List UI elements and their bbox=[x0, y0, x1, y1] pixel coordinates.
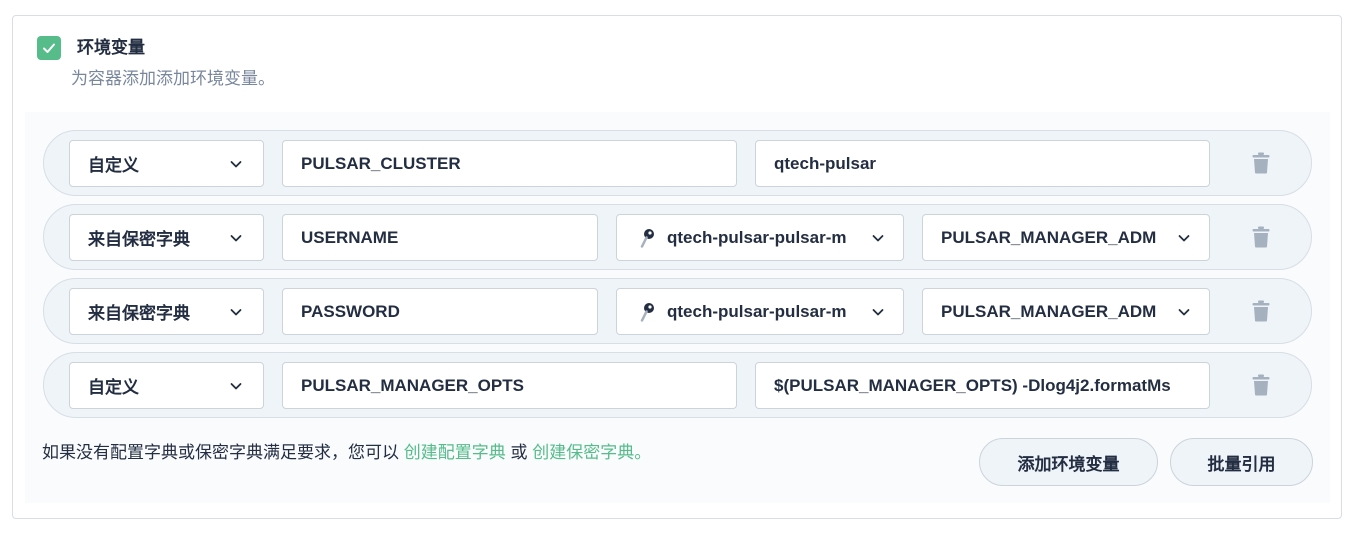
secret-value: qtech-pulsar-pulsar-m bbox=[667, 301, 847, 321]
env-type-select[interactable]: 自定义 bbox=[69, 362, 264, 409]
key-icon bbox=[639, 301, 657, 323]
create-configmap-link[interactable]: 创建配置字典 bbox=[404, 443, 506, 462]
delete-row-button[interactable] bbox=[1251, 299, 1271, 323]
env-row: 自定义 PULSAR_CLUSTER qtech-pulsar bbox=[43, 130, 1312, 196]
create-secret-link[interactable]: 创建保密字典 bbox=[532, 443, 634, 462]
secret-select[interactable]: qtech-pulsar-pulsar-m bbox=[616, 288, 904, 335]
chevron-down-icon bbox=[871, 231, 885, 245]
env-name-input[interactable]: PASSWORD bbox=[282, 288, 598, 335]
env-value-value: qtech-pulsar bbox=[774, 153, 877, 173]
trash-icon bbox=[1252, 374, 1270, 396]
trash-icon bbox=[1252, 226, 1270, 248]
add-env-var-button[interactable]: 添加环境变量 bbox=[979, 438, 1158, 486]
env-value-input[interactable]: qtech-pulsar bbox=[755, 140, 1210, 187]
env-vars-checkbox[interactable] bbox=[37, 36, 61, 60]
env-row: 来自保密字典 USERNAME qtech-pulsar-pulsar-m PU… bbox=[43, 204, 1312, 270]
env-name-input[interactable]: USERNAME bbox=[282, 214, 598, 261]
env-name-value: PULSAR_MANAGER_OPTS bbox=[301, 375, 524, 395]
check-icon bbox=[43, 43, 55, 53]
env-name-value: USERNAME bbox=[301, 227, 399, 247]
chevron-down-icon bbox=[871, 305, 885, 319]
chevron-down-icon bbox=[229, 157, 243, 171]
delete-row-button[interactable] bbox=[1251, 225, 1271, 249]
delete-row-button[interactable] bbox=[1251, 373, 1271, 397]
secret-value: qtech-pulsar-pulsar-m bbox=[667, 227, 847, 247]
section-description: 为容器添加添加环境变量。 bbox=[71, 69, 275, 88]
env-name-value: PULSAR_CLUSTER bbox=[301, 153, 461, 173]
env-name-input[interactable]: PULSAR_MANAGER_OPTS bbox=[282, 362, 737, 409]
footer-hint-or: 或 bbox=[510, 443, 528, 462]
key-icon bbox=[639, 227, 657, 249]
env-name-value: PASSWORD bbox=[301, 301, 400, 321]
env-type-value: 自定义 bbox=[88, 156, 139, 175]
env-type-select[interactable]: 来自保密字典 bbox=[69, 288, 264, 335]
footer-hint-prefix: 如果没有配置字典或保密字典满足要求，您可以 bbox=[42, 443, 399, 462]
trash-icon bbox=[1252, 300, 1270, 322]
section-title: 环境变量 bbox=[77, 38, 145, 57]
secret-key-value: PULSAR_MANAGER_ADM bbox=[941, 227, 1157, 247]
footer-hint-suffix: 。 bbox=[634, 443, 652, 462]
env-value-value: $(PULSAR_MANAGER_OPTS) -Dlog4j2.formatMs bbox=[774, 375, 1171, 395]
delete-row-button[interactable] bbox=[1251, 151, 1271, 175]
chevron-down-icon bbox=[229, 379, 243, 393]
chevron-down-icon bbox=[229, 305, 243, 319]
secret-key-select[interactable]: PULSAR_MANAGER_ADM bbox=[922, 288, 1210, 335]
footer-hint: 如果没有配置字典或保密字典满足要求，您可以 创建配置字典 或 创建保密字典。 bbox=[42, 442, 651, 464]
chevron-down-icon bbox=[1177, 305, 1191, 319]
trash-icon bbox=[1252, 152, 1270, 174]
env-row: 自定义 PULSAR_MANAGER_OPTS $(PULSAR_MANAGER… bbox=[43, 352, 1312, 418]
chevron-down-icon bbox=[1177, 231, 1191, 245]
env-row: 来自保密字典 PASSWORD qtech-pulsar-pulsar-m PU… bbox=[43, 278, 1312, 344]
batch-reference-button[interactable]: 批量引用 bbox=[1170, 438, 1313, 486]
env-name-input[interactable]: PULSAR_CLUSTER bbox=[282, 140, 737, 187]
secret-key-value: PULSAR_MANAGER_ADM bbox=[941, 301, 1157, 321]
env-value-input[interactable]: $(PULSAR_MANAGER_OPTS) -Dlog4j2.formatMs bbox=[755, 362, 1210, 409]
secret-select[interactable]: qtech-pulsar-pulsar-m bbox=[616, 214, 904, 261]
env-type-value: 来自保密字典 bbox=[88, 304, 190, 323]
env-type-select[interactable]: 来自保密字典 bbox=[69, 214, 264, 261]
env-type-value: 来自保密字典 bbox=[88, 230, 190, 249]
env-type-value: 自定义 bbox=[88, 378, 139, 397]
chevron-down-icon bbox=[229, 231, 243, 245]
secret-key-select[interactable]: PULSAR_MANAGER_ADM bbox=[922, 214, 1210, 261]
env-type-select[interactable]: 自定义 bbox=[69, 140, 264, 187]
